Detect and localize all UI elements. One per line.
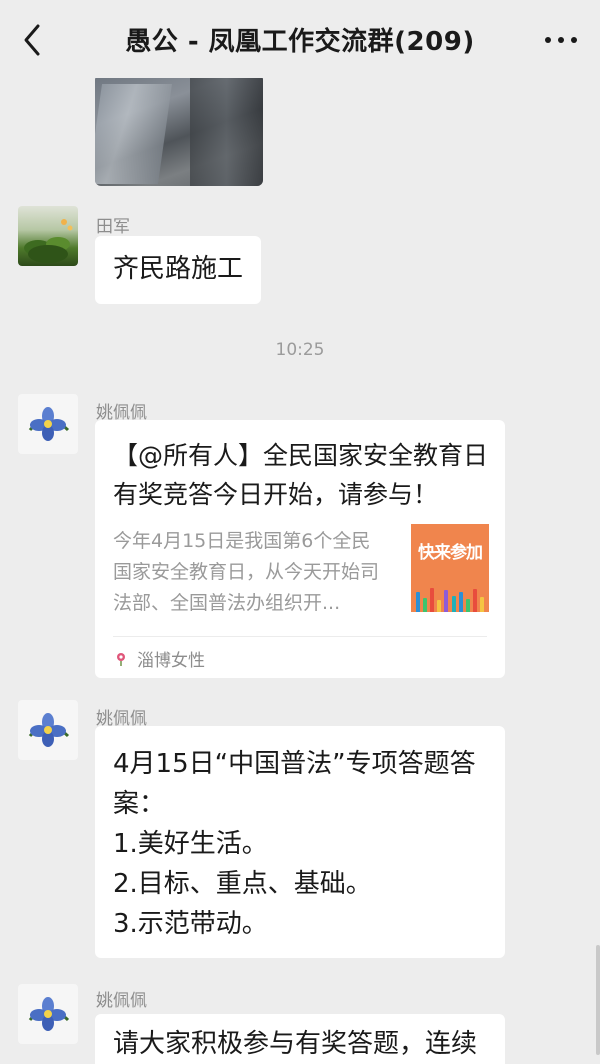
chat-header: 愚公 - 凤凰工作交流群(209) xyxy=(0,0,600,78)
flower-logo-icon xyxy=(117,652,125,666)
message-text: 请大家积极参与有奖答题，连续三 xyxy=(113,1029,478,1059)
answer-line: 4月15日“中国普法”专项答题答案： xyxy=(113,749,476,819)
answer-line: 3.示范带动。 xyxy=(113,909,268,939)
chevron-left-icon xyxy=(24,24,40,56)
flower-avatar-icon xyxy=(28,407,70,441)
card-description: 今年4月15日是我国第6个全民国家安全教育日，从今天开始司法部、全国普法办组织开… xyxy=(113,530,380,614)
card-divider xyxy=(113,636,487,637)
chat-area: 田军 齐民路施工 10:25 姚佩佩 【@所有人】全民国家安全教育日有奖竞答今日… xyxy=(0,0,600,1064)
text-bubble[interactable]: 齐民路施工 xyxy=(95,236,262,304)
flower-avatar-icon xyxy=(28,713,70,747)
more-dots-icon xyxy=(545,37,577,43)
timestamp: 10:25 xyxy=(275,340,325,360)
answer-line: 2.目标、重点、基础。 xyxy=(113,869,372,899)
answer-line: 1.美好生活。 xyxy=(113,829,268,859)
plant-photo-icon xyxy=(24,219,73,263)
text-bubble[interactable]: 请大家积极参与有奖答题，连续三 xyxy=(95,1014,505,1064)
photo-shadow xyxy=(190,74,263,186)
photo-message[interactable] xyxy=(95,74,263,186)
back-button[interactable] xyxy=(14,20,50,60)
card-thumbnail: 快来参加 xyxy=(411,524,489,612)
card-title: 【@所有人】全民国家安全教育日有奖竞答今日开始，请参与！ xyxy=(113,441,489,509)
flower-avatar-icon xyxy=(28,997,70,1031)
text-bubble[interactable]: 4月15日“中国普法”专项答题答案： 1.美好生活。 2.目标、重点、基础。 3… xyxy=(95,726,505,958)
message-text: 齐民路施工 xyxy=(113,254,244,284)
more-button[interactable] xyxy=(536,22,586,58)
avatar-yaopeipei[interactable] xyxy=(18,984,78,1044)
avatar-yaopeipei[interactable] xyxy=(18,394,78,454)
sender-name: 田军 xyxy=(96,217,130,237)
avatar-tianjun[interactable] xyxy=(18,206,78,266)
link-card[interactable]: 【@所有人】全民国家安全教育日有奖竞答今日开始，请参与！ 今年4月15日是我国第… xyxy=(95,420,505,678)
avatar-yaopeipei[interactable] xyxy=(18,700,78,760)
scrollbar[interactable] xyxy=(596,945,600,1055)
card-thumbnail-text: 快来参加 xyxy=(418,543,483,563)
message-text: 4月15日“中国普法”专项答题答案： 1.美好生活。 2.目标、重点、基础。 3… xyxy=(95,726,505,962)
card-source-name: 淄博女性 xyxy=(137,651,205,671)
photo-highlight xyxy=(95,84,173,184)
pencils-illustration xyxy=(411,584,489,612)
card-source[interactable]: 淄博女性 xyxy=(113,646,205,671)
chat-title: 愚公 - 凤凰工作交流群(209) xyxy=(125,26,475,57)
sender-name: 姚佩佩 xyxy=(96,991,147,1011)
